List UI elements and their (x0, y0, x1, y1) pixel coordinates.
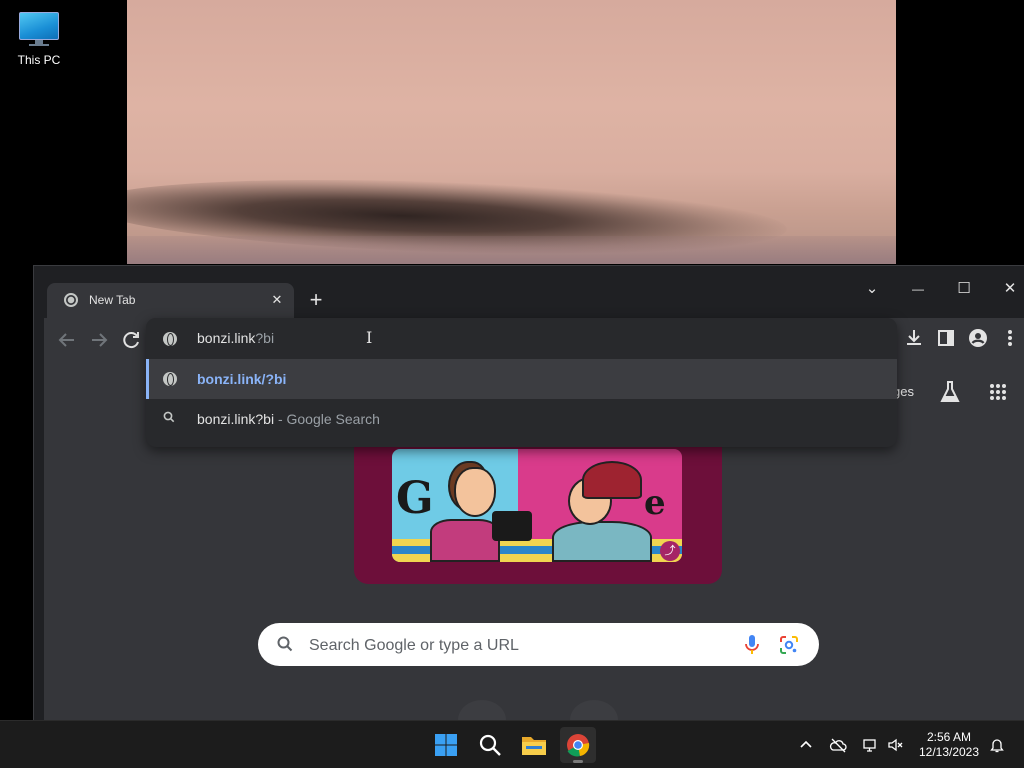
search-icon[interactable] (472, 727, 508, 763)
close-window-button[interactable]: ✕ (998, 277, 1022, 301)
text-cursor-icon: I (366, 328, 373, 347)
back-icon[interactable] (55, 328, 79, 352)
reload-icon[interactable] (119, 328, 143, 352)
address-bar[interactable]: bonzi.link?bi I (146, 318, 897, 359)
google-lens-icon[interactable] (779, 635, 799, 655)
suggestion-query: bonzi.link?bi (197, 411, 275, 427)
inline-autocomplete: ?bi (255, 330, 275, 346)
google-apps-grid-icon[interactable] (989, 383, 1007, 401)
chrome-menu-icon[interactable] (999, 327, 1021, 349)
clock-date: 12/13/2023 (918, 745, 980, 759)
suggestion-search-text: bonzi.link?bi - Google Search (197, 411, 380, 427)
tab-title: New Tab (89, 293, 136, 307)
labs-flask-icon[interactable] (939, 380, 961, 404)
chrome-favicon-icon (64, 293, 78, 307)
profile-icon[interactable] (967, 327, 989, 349)
show-hidden-icons-chevron-icon[interactable] (797, 736, 815, 754)
clock-time: 2:56 AM (926, 730, 972, 744)
tab-close-icon[interactable]: ✕ (267, 290, 287, 310)
tab-search-dropdown-icon[interactable]: ⌄ (860, 277, 884, 301)
tab-strip: New Tab ✕ + ⌄ — ☐ ✕ (34, 266, 1024, 318)
typed-text: bonzi.link (197, 330, 256, 346)
doodle-share-icon[interactable]: ⤴ (660, 541, 680, 561)
volume-muted-icon[interactable] (886, 736, 904, 754)
maximize-button[interactable]: ☐ (952, 277, 976, 301)
forward-icon[interactable] (87, 328, 111, 352)
monitor-icon (17, 12, 61, 46)
notification-bell-icon[interactable] (988, 736, 1006, 754)
this-pc-label: This PC (17, 53, 61, 67)
search-icon (163, 411, 175, 423)
clock[interactable]: 2:56 AM 12/13/2023 (914, 730, 984, 760)
download-icon[interactable] (903, 327, 925, 349)
google-doodle[interactable]: G e ⤴ (354, 447, 722, 584)
minimize-button[interactable]: — (906, 277, 930, 301)
video-window[interactable] (127, 0, 896, 264)
address-bar-text[interactable]: bonzi.link?bi (197, 330, 274, 346)
globe-icon (163, 332, 177, 346)
suggestion-suffix: - Google Search (274, 411, 380, 427)
doodle-illustration: G e (392, 449, 682, 562)
this-pc-desktop-icon[interactable]: This PC (10, 8, 68, 67)
new-tab-button[interactable]: + (304, 289, 328, 313)
omnibox-popup: bonzi.link?bi I bonzi.link/?bi bonzi.lin… (146, 318, 897, 447)
onedrive-cloud-icon[interactable] (829, 736, 847, 754)
suggestion-search[interactable]: bonzi.link?bi - Google Search (146, 399, 897, 439)
windows-start-icon[interactable] (428, 727, 464, 763)
chrome-icon[interactable] (560, 727, 596, 763)
network-icon[interactable] (861, 736, 879, 754)
taskbar: 2:56 AM 12/13/2023 (0, 720, 1024, 768)
search-placeholder: Search Google or type a URL (309, 637, 519, 654)
tab-new-tab[interactable]: New Tab ✕ (47, 283, 294, 318)
ntp-search-box[interactable]: Search Google or type a URL (258, 623, 819, 666)
side-panel-icon[interactable] (935, 327, 957, 349)
camera-illustration (492, 511, 532, 541)
file-explorer-icon[interactable] (516, 727, 552, 763)
search-icon (277, 636, 293, 652)
microphone-icon[interactable] (743, 634, 761, 656)
suggestion-url-text: bonzi.link/?bi (197, 371, 287, 387)
globe-icon (163, 372, 177, 386)
suggestion-url[interactable]: bonzi.link/?bi (146, 359, 897, 399)
